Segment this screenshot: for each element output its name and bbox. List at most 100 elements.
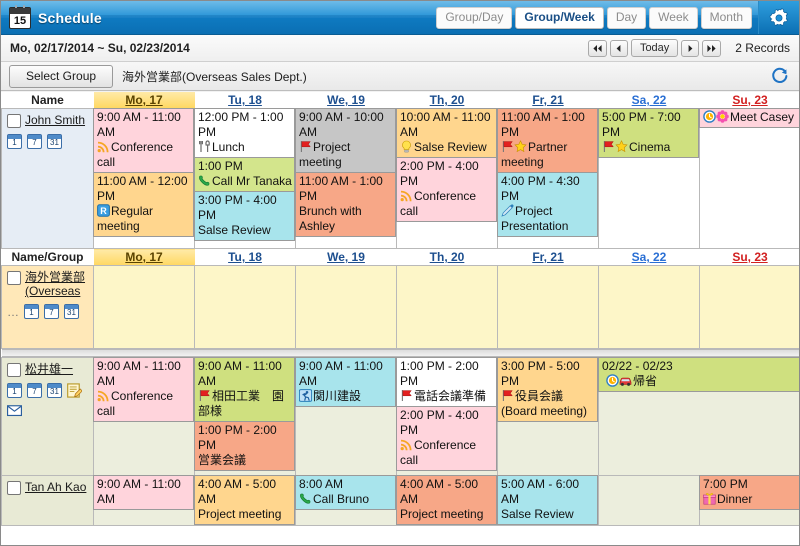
day-header-link[interactable]: Su, 23 (732, 250, 767, 264)
day-header-link[interactable]: Fr, 21 (532, 93, 563, 107)
calendar-event[interactable]: 1:00 PM - 2:00 PM 電話会議準備 (396, 357, 497, 407)
mini-calendar-7-icon[interactable]: 7 (27, 383, 42, 398)
day-header-link[interactable]: Mo, 17 (125, 250, 162, 264)
day-header-link[interactable]: We, 19 (327, 93, 365, 107)
settings-button[interactable] (758, 1, 799, 34)
day-header-link[interactable]: We, 19 (327, 250, 365, 264)
row-select-checkbox[interactable] (7, 114, 21, 128)
day-header-link[interactable]: Tu, 18 (228, 93, 262, 107)
calendar-event[interactable]: 10:00 AM - 11:00 AM Salse Review (396, 108, 497, 158)
tab-week[interactable]: Week (649, 6, 698, 29)
mini-calendar-31-icon[interactable]: 31 (64, 304, 79, 319)
row-select-checkbox[interactable] (7, 481, 21, 495)
person-name-link[interactable]: Tan Ah Kao (25, 480, 86, 494)
day-header-link[interactable]: Sa, 22 (632, 250, 667, 264)
day-header-link[interactable]: Fr, 21 (532, 250, 563, 264)
day-cell[interactable]: 9:00 AM - 11:00 AM 相田工業 園部様 1:00 PM - 2:00… (194, 357, 296, 476)
person-name-link[interactable]: 松井雄一 (25, 362, 73, 376)
day-cell[interactable] (497, 265, 599, 349)
row-select-checkbox[interactable] (7, 271, 21, 285)
tab-group-day[interactable]: Group/Day (436, 6, 513, 29)
day-header-link[interactable]: Sa, 22 (632, 93, 667, 107)
mini-calendar-1-icon[interactable]: 1 (24, 304, 39, 319)
day-cell[interactable]: 3:00 PM - 5:00 PM 役員会議(Board meeting) (497, 357, 599, 476)
calendar-event[interactable]: 3:00 PM - 5:00 PM 役員会議(Board meeting) (497, 357, 598, 422)
day-cell[interactable]: 02/22 - 02/23 帰省 (598, 357, 799, 476)
select-group-button[interactable]: Select Group (9, 64, 114, 88)
tab-day[interactable]: Day (606, 6, 647, 29)
day-cell[interactable]: 12:00 PM - 1:00 PM Lunch 1:00 PM Call Mr Ta… (194, 108, 296, 249)
mini-calendar-1-icon[interactable]: 1 (7, 134, 22, 149)
next-button[interactable] (681, 39, 700, 57)
day-cell[interactable] (396, 265, 498, 349)
mini-calendar-7-icon[interactable]: 7 (27, 134, 42, 149)
edit-schedule-button[interactable] (67, 383, 82, 398)
calendar-event[interactable]: 02/22 - 02/23 帰省 (598, 357, 799, 392)
day-cell[interactable]: 4:00 AM - 5:00 AM Project meeting (194, 475, 296, 526)
calendar-event[interactable]: 1:00 PM - 2:00 PM 営業会議 (194, 421, 295, 471)
person-name-link[interactable]: 海外営業部(Overseas (25, 270, 89, 298)
day-header-link[interactable]: Mo, 17 (125, 93, 162, 107)
day-header-link[interactable]: Tu, 18 (228, 250, 262, 264)
last-page-button[interactable] (702, 39, 722, 57)
day-cell[interactable] (295, 265, 397, 349)
calendar-event[interactable]: 2:00 PM - 4:00 PM Conference call (396, 406, 497, 471)
calendar-event[interactable]: 9:00 AM - 10:00 AM Project meeting (295, 108, 396, 173)
day-header-link[interactable]: Th, 20 (430, 250, 465, 264)
today-button[interactable]: Today (630, 39, 679, 57)
day-cell[interactable]: 9:00 AM - 11:00 AM (93, 475, 195, 526)
day-cell[interactable] (598, 475, 700, 526)
tab-group-week[interactable]: Group/Week (515, 6, 604, 29)
day-cell[interactable]: 9:00 AM - 11:00 AM 関川建設 (295, 357, 397, 476)
send-mail-button[interactable] (7, 403, 22, 418)
calendar-event[interactable]: Meet Casey (699, 108, 799, 128)
calendar-event[interactable]: 9:00 AM - 11:00 AM Conference call (93, 108, 194, 173)
calendar-event[interactable]: 2:00 PM - 4:00 PM Conference call (396, 157, 497, 222)
day-cell[interactable] (194, 265, 296, 349)
mini-calendar-1-icon[interactable]: 1 (7, 383, 22, 398)
tab-month[interactable]: Month (700, 6, 752, 29)
calendar-event[interactable]: 5:00 AM - 6:00 AM Salse Review (497, 475, 598, 525)
day-cell[interactable]: 9:00 AM - 10:00 AM Project meeting 11:00 A… (295, 108, 397, 249)
calendar-event[interactable]: 5:00 PM - 7:00 PM Cinema (598, 108, 699, 158)
calendar-event[interactable]: 4:00 AM - 5:00 AM Project meeting (194, 475, 295, 525)
day-header-link[interactable]: Th, 20 (430, 93, 465, 107)
calendar-event[interactable]: 4:00 AM - 5:00 AM Project meeting (396, 475, 497, 525)
day-cell[interactable]: 7:00 PM Dinner (699, 475, 799, 526)
calendar-event[interactable]: 4:00 PM - 4:30 PM Project Presentation (497, 172, 598, 237)
day-cell[interactable]: 9:00 AM - 11:00 AM Conference call 11:00 A… (93, 108, 195, 249)
previous-button[interactable] (609, 39, 628, 57)
calendar-event[interactable]: 9:00 AM - 11:00 AM Conference call (93, 357, 194, 422)
day-cell[interactable]: 11:00 AM - 1:00 PM Partner meeting 4:00 PM… (497, 108, 599, 249)
calendar-event[interactable]: 8:00 AM Call Bruno (295, 475, 396, 510)
calendar-event[interactable]: 1:00 PM Call Mr Tanaka (194, 157, 295, 192)
day-cell[interactable]: 4:00 AM - 5:00 AM Project meeting (396, 475, 498, 526)
first-page-button[interactable] (587, 39, 607, 57)
row-select-checkbox[interactable] (7, 363, 21, 377)
calendar-event[interactable]: 3:00 PM - 4:00 PM Salse Review (194, 191, 295, 241)
mini-calendar-31-icon[interactable]: 31 (47, 134, 62, 149)
day-cell[interactable] (598, 265, 700, 349)
day-header-link[interactable]: Su, 23 (732, 93, 767, 107)
mini-calendar-31-icon[interactable]: 31 (47, 383, 62, 398)
day-cell[interactable]: 5:00 AM - 6:00 AM Salse Review (497, 475, 599, 526)
day-cell[interactable]: 5:00 PM - 7:00 PM Cinema (598, 108, 700, 249)
person-name-link[interactable]: John Smith (25, 113, 85, 127)
calendar-event[interactable]: 7:00 PM Dinner (699, 475, 799, 510)
calendar-event[interactable]: 12:00 PM - 1:00 PM Lunch (194, 108, 295, 158)
day-cell[interactable]: 8:00 AM Call Bruno (295, 475, 397, 526)
day-cell[interactable]: 10:00 AM - 11:00 AM Salse Review 2:00 PM -… (396, 108, 498, 249)
day-cell[interactable]: Meet Casey (699, 108, 799, 249)
calendar-event[interactable]: 9:00 AM - 11:00 AM (93, 475, 194, 510)
day-cell[interactable] (93, 265, 195, 349)
day-cell[interactable] (699, 265, 799, 349)
calendar-event[interactable]: 11:00 AM - 12:00 PM R Regular meeting (93, 172, 194, 237)
day-cell[interactable]: 1:00 PM - 2:00 PM 電話会議準備 2:00 PM - 4:00 PM… (396, 357, 498, 476)
refresh-button[interactable] (771, 67, 791, 85)
calendar-event[interactable]: 11:00 AM - 1:00 PM Brunch with Ashley (295, 172, 396, 237)
calendar-event[interactable]: 9:00 AM - 11:00 AM 関川建設 (295, 357, 396, 407)
mini-calendar-7-icon[interactable]: 7 (44, 304, 59, 319)
calendar-event[interactable]: 11:00 AM - 1:00 PM Partner meeting (497, 108, 598, 173)
calendar-event[interactable]: 9:00 AM - 11:00 AM 相田工業 園部様 (194, 357, 295, 422)
day-cell[interactable]: 9:00 AM - 11:00 AM Conference call (93, 357, 195, 476)
